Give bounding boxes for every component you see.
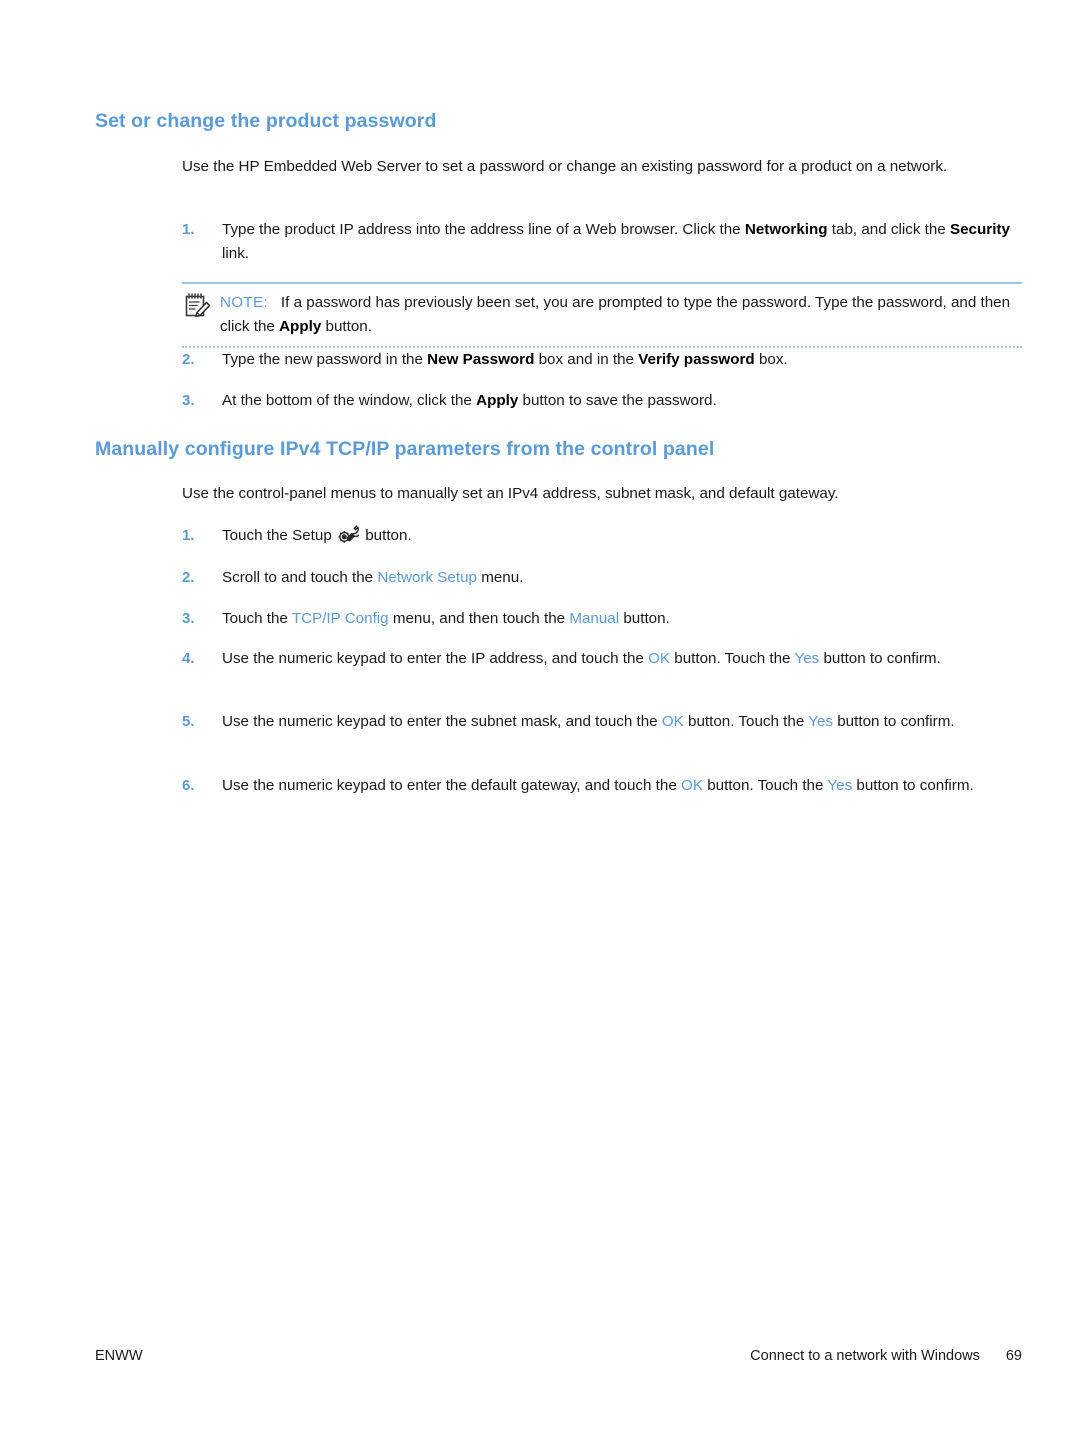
ui-term: Yes (808, 713, 834, 730)
step-text: Use the numeric keypad to enter the defa… (222, 777, 974, 794)
setup-wrench-gear-icon (338, 525, 360, 544)
note-callout: NOTE: If a password has previously been s… (182, 282, 1022, 348)
footer-language-code: ENWW (95, 1348, 143, 1364)
text-run: box and in the (534, 351, 639, 368)
step-text: At the bottom of the window, click the A… (222, 392, 717, 409)
note-body: NOTE: If a password has previously been s… (182, 291, 1022, 338)
text-run: Scroll to and touch the (222, 569, 378, 586)
step-number: 4. (182, 650, 195, 667)
ui-term: Manual (569, 610, 620, 627)
step-number: 5. (182, 713, 195, 730)
text-run: button to confirm. (852, 777, 974, 794)
text-run: button. Touch the (670, 650, 795, 667)
emphasis-term: Apply (476, 392, 519, 409)
ordered-step: 2. Scroll to and touch the Network Setup… (182, 566, 1022, 590)
text-run: Use the numeric keypad to enter the defa… (222, 777, 682, 794)
text-run: button. Touch the (683, 713, 809, 730)
ordered-step: 6. Use the numeric keypad to enter the d… (182, 774, 1022, 798)
step-text: Touch the Setup button. (222, 525, 412, 544)
ordered-step: 1. Touch the Setup button. (182, 524, 1022, 548)
text-run: box. (754, 351, 788, 368)
step-text: Type the new password in the New Passwor… (222, 351, 788, 368)
text-run: Use the numeric keypad to enter the subn… (222, 713, 662, 730)
step-number: 1. (182, 527, 195, 544)
emphasis-term: Security (949, 221, 1010, 238)
text-run: button. (619, 610, 670, 627)
text-run: tab, and click the (827, 221, 950, 238)
note-pencil-icon (184, 292, 212, 318)
text-run: menu, and then touch the (388, 610, 570, 627)
text-run: Type the new password in the (222, 351, 428, 368)
ui-term: Yes (794, 650, 820, 667)
section-intro-paragraph: Use the HP Embedded Web Server to set a … (182, 158, 948, 175)
ordered-step: 3. At the bottom of the window, click th… (182, 389, 1022, 413)
text-run: button. (321, 317, 372, 335)
page-title-set-or-change-password: Set or change the product password (95, 110, 437, 132)
ui-term: TCP/IP Config (291, 610, 389, 627)
step-number: 3. (182, 392, 195, 409)
note-label: NOTE: (220, 294, 268, 311)
text-run: button to confirm. (819, 650, 941, 667)
page-title-manually-configure-ipv4: Manually configure IPv4 TCP/IP parameter… (95, 438, 715, 460)
footer-page-number: 69 (1005, 1348, 1022, 1364)
note-text: If a password has previously been set, y… (220, 294, 1010, 335)
text-run: Touch the Setup (222, 527, 336, 544)
ordered-step: 3. Touch the TCP/IP Config menu, and the… (182, 607, 1022, 631)
text-run: button to confirm. (833, 713, 955, 730)
step-text: Use the numeric keypad to enter the subn… (222, 713, 955, 730)
page-footer: ENWW Connect to a network with Windows 69 (95, 1348, 1022, 1370)
step-number: 2. (182, 569, 195, 586)
step-number: 3. (182, 610, 195, 627)
emphasis-term: Apply (279, 317, 322, 335)
ui-term: OK (661, 713, 684, 730)
text-run: Touch the (222, 610, 292, 627)
text-run: At the bottom of the window, click the (222, 392, 477, 409)
step-number: 2. (182, 351, 195, 368)
ordered-step: 2. Type the new password in the New Pass… (182, 348, 1022, 372)
text-run: Use the numeric keypad to enter the IP a… (222, 650, 649, 667)
footer-chapter-and-page: Connect to a network with Windows 69 (750, 1348, 1022, 1364)
step-number: 1. (182, 221, 195, 238)
text-run: Type the product IP address into the add… (222, 221, 745, 238)
footer-chapter-title: Connect to a network with Windows (750, 1348, 980, 1364)
step-text: Use the numeric keypad to enter the IP a… (222, 650, 941, 667)
ui-term: Yes (827, 777, 853, 794)
text-run: menu. (476, 569, 524, 586)
step-text: Touch the TCP/IP Config menu, and then t… (222, 610, 670, 627)
step-text: Scroll to and touch the Network Setup me… (222, 569, 523, 586)
text-run: link. (222, 244, 250, 262)
ordered-step: 5. Use the numeric keypad to enter the s… (182, 710, 1022, 734)
text-run: button to save the password. (518, 392, 717, 409)
text-run: button. Touch the (702, 777, 828, 794)
emphasis-term: Networking (744, 221, 828, 238)
ordered-step: 4. Use the numeric keypad to enter the I… (182, 647, 1022, 671)
step-text: Type the product IP address into the add… (222, 221, 1010, 262)
ui-term: Network Setup (377, 569, 477, 586)
text-run: button. (361, 527, 412, 544)
step-number: 6. (182, 777, 195, 794)
ordered-step: 1. Type the product IP address into the … (182, 218, 1022, 265)
section-intro-paragraph: Use the control-panel menus to manually … (182, 485, 839, 502)
ui-term: OK (681, 777, 703, 794)
document-page: Set or change the product password Use t… (0, 0, 1080, 1437)
ui-term: OK (648, 650, 671, 667)
emphasis-term: New Password (427, 351, 535, 368)
emphasis-term: Verify password (638, 351, 755, 368)
